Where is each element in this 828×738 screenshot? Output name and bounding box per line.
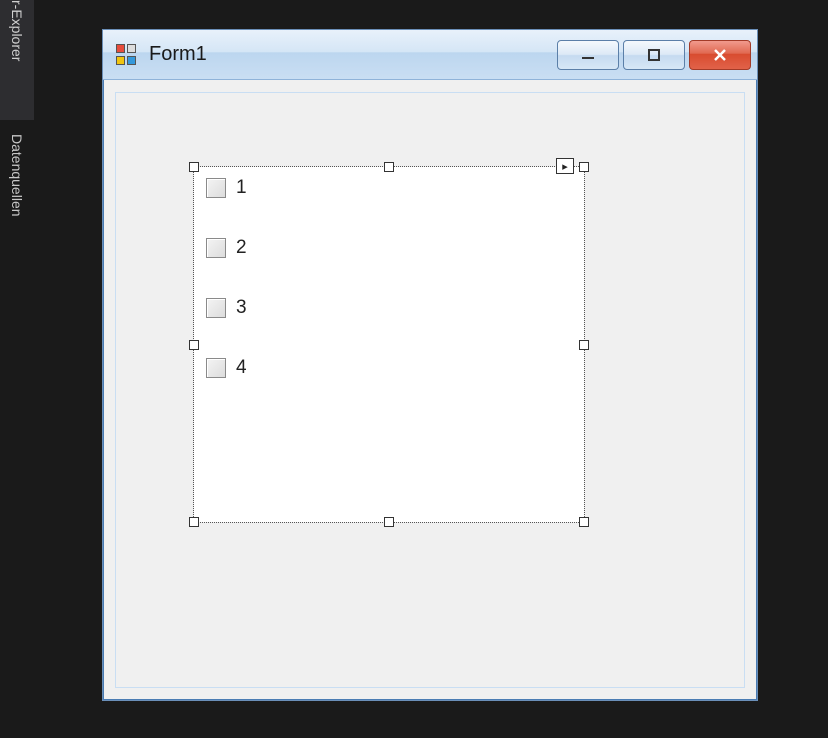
maximize-button[interactable] <box>623 40 685 70</box>
side-panel-tabs: r-Explorer Datenquellen <box>0 0 34 296</box>
resize-handle-ne[interactable] <box>579 162 589 172</box>
play-icon: ▸ <box>562 160 568 173</box>
checkbox-item[interactable]: 2 <box>198 231 580 265</box>
checkbox-item[interactable]: 4 <box>198 351 580 385</box>
checkbox-item[interactable]: 1 <box>198 171 580 205</box>
checkbox-box-icon[interactable] <box>206 358 226 378</box>
close-button[interactable] <box>689 40 751 70</box>
resize-handle-se[interactable] <box>579 517 589 527</box>
checkbox-box-icon[interactable] <box>206 178 226 198</box>
caption-buttons <box>557 40 751 70</box>
form-designer-window: Form1 <box>102 29 758 701</box>
window-title: Form1 <box>149 43 557 66</box>
form-client-area[interactable]: ▸ 1 2 3 4 <box>115 92 745 688</box>
resize-handle-nw[interactable] <box>189 162 199 172</box>
checkbox-label: 4 <box>236 357 247 379</box>
checkbox-box-icon[interactable] <box>206 238 226 258</box>
resize-handle-n[interactable] <box>384 162 394 172</box>
smart-tag-glyph[interactable]: ▸ <box>556 158 574 174</box>
checkbox-item[interactable]: 3 <box>198 291 580 325</box>
checkbox-label: 2 <box>236 237 247 259</box>
checkbox-box-icon[interactable] <box>206 298 226 318</box>
sidebar-tab-explorer[interactable]: r-Explorer <box>0 0 34 120</box>
resize-handle-w[interactable] <box>189 340 199 350</box>
flowlayoutpanel-control[interactable]: ▸ 1 2 3 4 <box>194 167 584 522</box>
resize-handle-s[interactable] <box>384 517 394 527</box>
checkbox-label: 3 <box>236 297 247 319</box>
titlebar[interactable]: Form1 <box>103 30 757 80</box>
checkbox-label: 1 <box>236 177 247 199</box>
resize-handle-e[interactable] <box>579 340 589 350</box>
resize-handle-sw[interactable] <box>189 517 199 527</box>
form-icon <box>115 43 139 67</box>
minimize-button[interactable] <box>557 40 619 70</box>
sidebar-tab-datasources[interactable]: Datenquellen <box>0 126 34 296</box>
